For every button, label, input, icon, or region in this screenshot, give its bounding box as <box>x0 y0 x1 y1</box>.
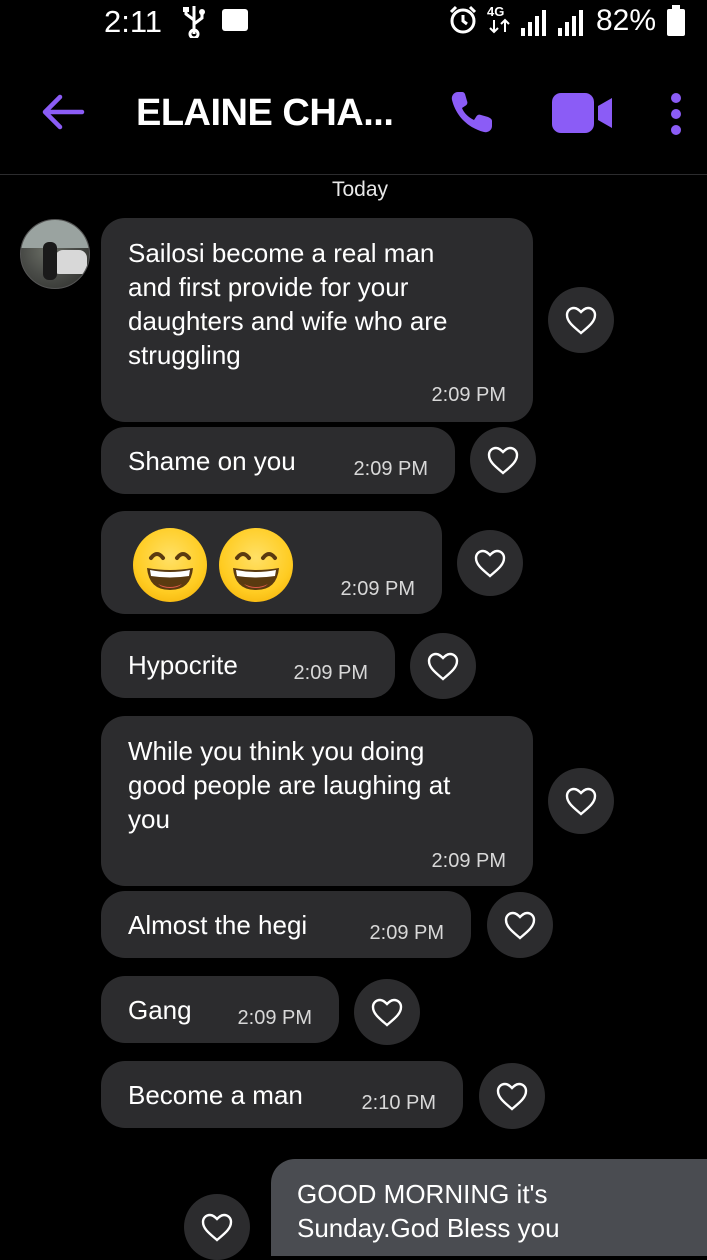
message-text: Hypocrite <box>128 650 238 680</box>
message-text-line: Sunday.God Bless you <box>297 1213 560 1243</box>
signal-icon <box>519 8 551 43</box>
message-text-line: While you think you doing <box>128 736 425 766</box>
video-camera-icon[interactable] <box>550 90 616 136</box>
contact-avatar[interactable] <box>20 219 90 289</box>
more-vertical-icon[interactable] <box>666 90 686 138</box>
battery-percent: 82% <box>596 4 657 37</box>
grinning-face-emoji <box>219 528 293 602</box>
message-time: 2:09 PM <box>340 578 415 600</box>
heart-outline-icon[interactable] <box>354 979 420 1045</box>
message-time: 2:09 PM <box>353 458 428 480</box>
heart-outline-icon[interactable] <box>479 1063 545 1129</box>
message-time: 2:09 PM <box>369 922 444 944</box>
message-text: Almost the hegi <box>128 910 308 940</box>
date-separator: Today <box>331 178 389 201</box>
heart-outline-icon[interactable] <box>410 633 476 699</box>
message-text-line: and first provide for your <box>128 272 409 302</box>
heart-outline-icon[interactable] <box>457 530 523 596</box>
status-time: 2:11 <box>104 4 163 39</box>
contact-name[interactable]: ELAINE CHA... <box>136 92 394 135</box>
message-text: Become a man <box>128 1080 303 1110</box>
message-text-line: daughters and wife who are <box>128 306 448 336</box>
message-bubble[interactable]: Shame on you 2:09 PM <box>101 427 455 494</box>
heart-outline-icon[interactable] <box>470 427 536 493</box>
message-text: Gang <box>128 995 192 1025</box>
network-type-label: 4G <box>487 4 504 19</box>
message-time: 2:09 PM <box>293 662 368 684</box>
message-bubble[interactable]: Almost the hegi 2:09 PM <box>101 891 471 958</box>
message-text-line: struggling <box>128 340 241 370</box>
message-bubble[interactable]: 2:09 PM <box>101 511 442 614</box>
outgoing-message-bubble[interactable]: GOOD MORNING it's Sunday.God Bless you <box>271 1159 707 1256</box>
alarm-icon <box>448 5 478 40</box>
signal-icon <box>556 8 588 43</box>
heart-outline-icon[interactable] <box>487 892 553 958</box>
status-bar: 2:11 4G 82% <box>0 0 707 44</box>
heart-outline-icon[interactable] <box>184 1194 250 1260</box>
message-text-line: Sailosi become a real man <box>128 238 435 268</box>
message-time: 2:09 PM <box>431 850 506 872</box>
message-text-line: you <box>128 804 170 834</box>
message-bubble[interactable]: Become a man 2:10 PM <box>101 1061 463 1128</box>
heart-outline-icon[interactable] <box>548 768 614 834</box>
grinning-face-emoji <box>133 528 207 602</box>
message-time: 2:09 PM <box>431 384 506 406</box>
phone-icon[interactable] <box>448 88 496 136</box>
usb-icon <box>180 4 208 43</box>
header-divider <box>0 174 707 175</box>
chat-header: ELAINE CHA... <box>0 70 707 174</box>
message-text-line: GOOD MORNING it's <box>297 1179 548 1209</box>
message-text: Shame on you <box>128 446 296 476</box>
message-bubble[interactable]: Gang 2:09 PM <box>101 976 339 1043</box>
message-bubble[interactable]: Hypocrite 2:09 PM <box>101 631 395 698</box>
back-arrow-icon[interactable] <box>40 92 86 132</box>
message-time: 2:10 PM <box>361 1092 436 1114</box>
message-bubble[interactable]: While you think you doing good people ar… <box>101 716 533 886</box>
battery-icon <box>666 5 686 42</box>
gallery-notification-icon <box>222 9 248 31</box>
message-time: 2:09 PM <box>237 1007 312 1029</box>
heart-outline-icon[interactable] <box>548 287 614 353</box>
message-bubble[interactable]: Sailosi become a real man and first prov… <box>101 218 533 422</box>
network-type-icon: 4G <box>485 2 515 41</box>
message-text-line: good people are laughing at <box>128 770 451 800</box>
